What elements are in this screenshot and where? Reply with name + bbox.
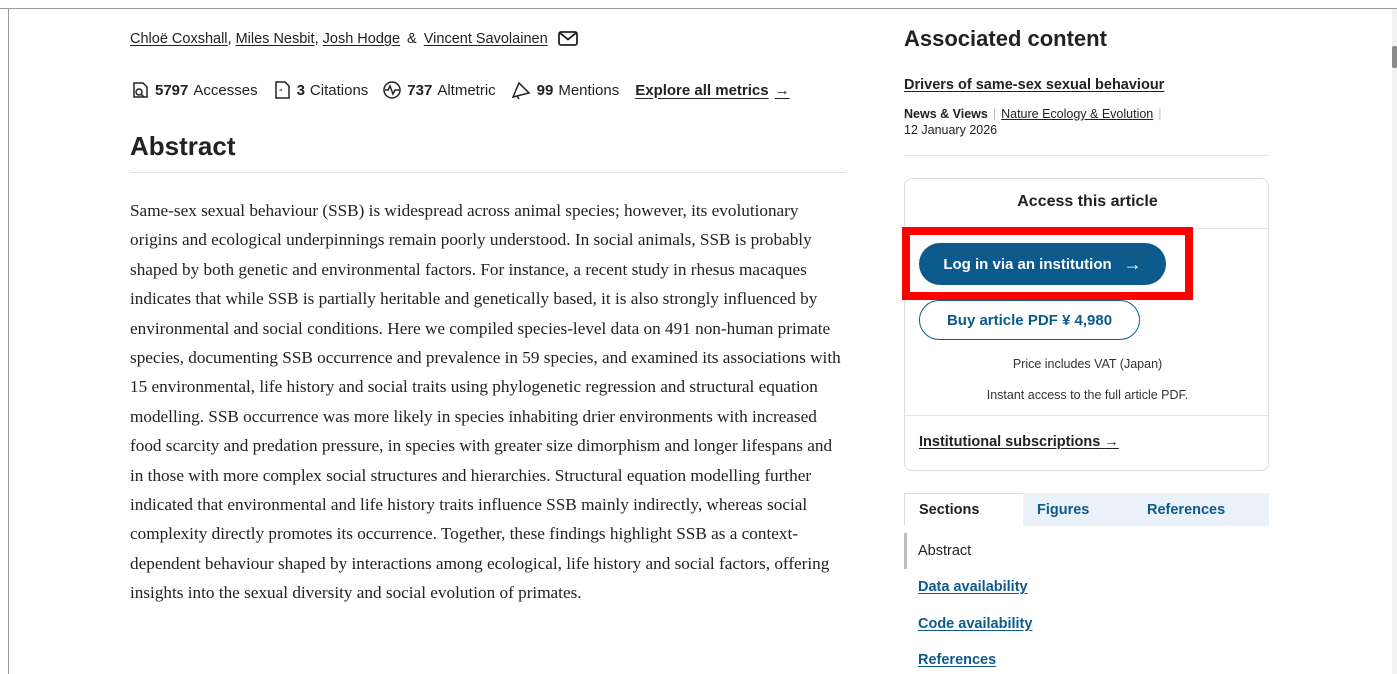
citations-icon: ": [274, 81, 290, 99]
scrollbar[interactable]: [1392, 9, 1397, 674]
mail-icon[interactable]: [557, 31, 578, 50]
tab-sections[interactable]: Sections: [904, 493, 1023, 526]
citations-metric: " 3 Citations: [272, 80, 368, 100]
associated-content-heading: Associated content: [904, 26, 1107, 51]
section-item-abstract[interactable]: Abstract: [918, 543, 971, 559]
window-frame-left: [8, 8, 9, 674]
vat-note: Price includes VAT (Japan): [1012, 357, 1163, 371]
abstract-text: Same-sex sexual behaviour (SSB) is wides…: [130, 201, 841, 603]
accesses-metric: 5797 Accesses: [130, 80, 258, 100]
access-article-panel: Access this article Log in via an instit…: [902, 178, 1269, 471]
institutional-subscriptions-link[interactable]: Institutional subscriptions →: [919, 434, 1119, 450]
arrow-right-icon: →: [774, 81, 790, 99]
author-link[interactable]: Miles Nesbit: [236, 31, 315, 47]
accesses-icon: [133, 82, 148, 98]
associated-article-link[interactable]: Drivers of same-sex sexual behaviour: [904, 77, 1164, 93]
window-frame-top: [0, 8, 1397, 9]
abstract-heading: Abstract: [130, 131, 236, 161]
divider: [905, 228, 1268, 229]
tab-figures[interactable]: Figures: [1023, 493, 1133, 526]
divider: [130, 172, 846, 173]
svg-text:": ": [279, 88, 283, 97]
explore-metrics-link[interactable]: Explore all metrics →: [635, 82, 789, 99]
arrow-right-icon: →: [1123, 253, 1142, 274]
associated-meta: News & Views | Nature Ecology & Evolution |…: [904, 107, 1162, 137]
associated-date: 12 January 2026: [904, 123, 998, 137]
author-link[interactable]: Vincent Savolainen: [424, 31, 548, 47]
divider: [904, 155, 1269, 156]
scrollbar-thumb[interactable]: [1392, 46, 1397, 68]
content-tabs: Sections Figures References: [904, 493, 1269, 526]
article-metrics: 5797 Accesses " 3 Citations 737 Altmetric 9…: [130, 80, 790, 100]
login-institution-button[interactable]: Log in via an institution →: [919, 243, 1166, 285]
active-section-indicator: [904, 533, 907, 569]
instant-access-note: Instant access to the full article PDF.: [986, 388, 1189, 402]
mentions-icon: [511, 81, 531, 100]
section-item-references[interactable]: References: [918, 652, 996, 668]
altmetric-metric: 737 Altmetric: [382, 80, 496, 100]
access-panel-title: Access this article: [1017, 193, 1158, 210]
tab-references[interactable]: References: [1133, 493, 1269, 526]
author-list: Chloë Coxshall, Miles Nesbit, Josh Hodge…: [130, 31, 578, 50]
altmetric-icon: [383, 81, 402, 99]
buy-pdf-button[interactable]: Buy article PDF ¥ 4,980: [919, 300, 1140, 340]
journal-link[interactable]: Nature Ecology & Evolution: [1001, 107, 1153, 121]
arrow-right-icon: →: [1104, 434, 1119, 450]
divider: [905, 415, 1268, 416]
mentions-metric: 99 Mentions: [510, 80, 619, 100]
section-item-code-availability[interactable]: Code availability: [918, 616, 1032, 632]
section-item-data-availability[interactable]: Data availability: [918, 579, 1028, 595]
author-link[interactable]: Chloë Coxshall: [130, 31, 228, 47]
author-link[interactable]: Josh Hodge: [323, 31, 400, 47]
